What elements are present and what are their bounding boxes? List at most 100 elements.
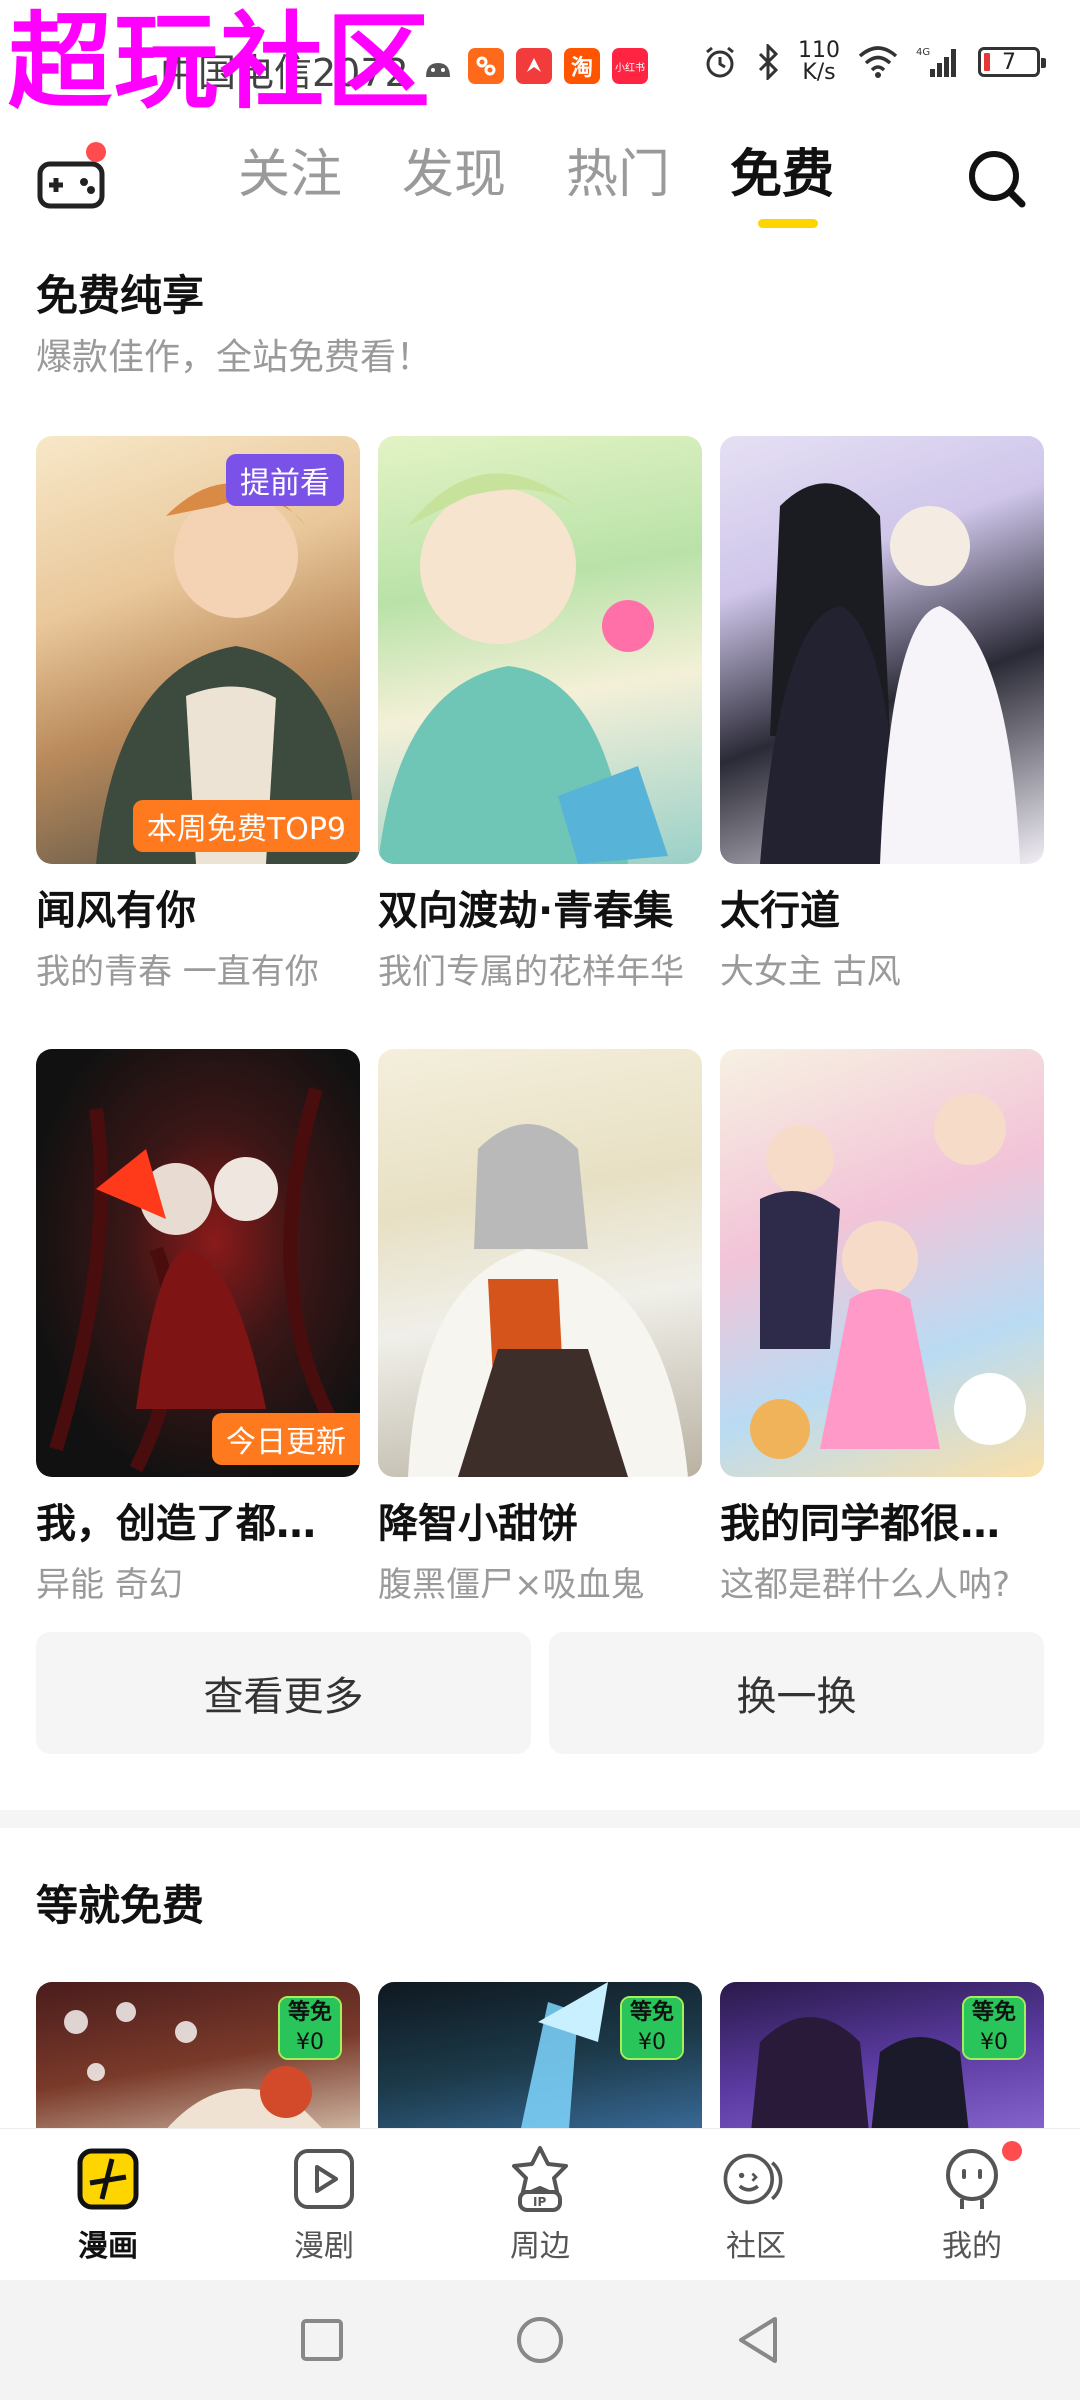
app-orange-icon <box>468 48 504 84</box>
section-subtitle-free: 爆款佳作，全站免费看！ <box>36 337 433 378</box>
app-red-icon <box>516 48 552 84</box>
tab-discover[interactable]: 发现 <box>402 140 506 230</box>
comic-cover <box>378 1049 702 1477</box>
status-app-icons: 淘 小红书 <box>420 48 648 84</box>
active-tab-indicator <box>758 219 819 228</box>
app-screen: 中国电信2072 淘 小红书 110 K/s 4G 7 超玩社区 关注 发现 热… <box>0 0 1080 2400</box>
svg-text:4G: 4G <box>916 47 930 58</box>
comic-card[interactable]: 降智小甜饼 腹黑僵尸×吸血鬼 <box>378 1049 702 1606</box>
watermark: 超玩社区 <box>8 1 433 123</box>
comic-card[interactable]: 我的同学都很… 这都是群什么人呐? <box>720 1049 1044 1606</box>
ip-merch-icon: IP <box>504 2143 576 2215</box>
wait-free-badge: 等免 ¥0 <box>962 1996 1026 2060</box>
wifi-icon <box>858 46 898 78</box>
battery-level: 7 <box>1002 49 1016 75</box>
update-badge: 今日更新 <box>212 1413 360 1465</box>
bluetooth-icon <box>758 44 779 80</box>
advance-read-badge: 提前看 <box>226 454 344 506</box>
search-icon <box>969 151 1026 208</box>
comic-subtitle: 这都是群什么人呐? <box>720 1565 1011 1605</box>
status-bar: 中国电信2072 淘 小红书 110 K/s 4G 7 超玩社区 <box>0 0 1080 130</box>
section-title-free: 免费纯享 <box>36 271 205 320</box>
home-icon[interactable] <box>515 2315 565 2365</box>
nav-merch-label: 周边 <box>510 2229 570 2264</box>
comic-card[interactable]: 太行道 大女主 古风 <box>720 436 1044 993</box>
nav-comic[interactable]: 漫画 <box>0 2129 216 2280</box>
comic-card[interactable]: 双向渡劫·青春集 我们专属的花样年华 <box>378 436 702 993</box>
net-speed-unit: K/s <box>802 60 836 85</box>
comic-cover <box>378 436 702 864</box>
wait-free-badge-price: ¥0 <box>964 2028 1024 2058</box>
comic-subtitle: 腹黑僵尸×吸血鬼 <box>378 1565 645 1605</box>
wait-free-badge-price: ¥0 <box>622 2028 682 2058</box>
profile-icon <box>936 2143 1008 2215</box>
wait-free-badge-label: 等免 <box>964 1998 1024 2028</box>
signal-4g-icon: 4G <box>916 47 956 77</box>
comic-title: 太行道 <box>720 888 840 934</box>
comic-title: 我的同学都很… <box>720 1501 1000 1547</box>
nav-profile[interactable]: 我的 <box>864 2129 1080 2280</box>
comic-subtitle: 我们专属的花样年华 <box>378 952 684 992</box>
cover-illustration <box>408 1124 688 1477</box>
free-comic-grid: 提前看 本周免费TOP9 闻风有你 我的青春 一直有你 双向渡劫·青春集 我们专… <box>36 436 1044 1606</box>
wait-free-badge-label: 等免 <box>622 1998 682 2028</box>
comic-title: 降智小甜饼 <box>378 1501 578 1547</box>
back-icon[interactable] <box>735 2315 781 2365</box>
nav-drama-label: 漫剧 <box>294 2229 354 2264</box>
wait-free-badge: 等免 ¥0 <box>620 1996 684 2060</box>
bottom-nav: 漫画 漫剧 IP 周边 社区 我的 <box>0 2128 1080 2280</box>
cover-illustration <box>760 483 1020 864</box>
system-nav-bar <box>0 2280 1080 2400</box>
nav-drama[interactable]: 漫剧 <box>216 2129 432 2280</box>
tab-follow[interactable]: 关注 <box>238 140 342 230</box>
rank-badge: 本周免费TOP9 <box>132 800 360 852</box>
tab-hot[interactable]: 热门 <box>566 140 670 230</box>
comic-cover: 今日更新 <box>36 1049 360 1477</box>
taobao-icon: 淘 <box>564 48 600 84</box>
wait-free-grid: 等免 ¥0 等免 ¥0 等免 ¥0 <box>36 1982 1044 2142</box>
comic-cover <box>720 436 1044 864</box>
comic-subtitle: 大女主 古风 <box>720 952 901 992</box>
xiaohongshu-icon: 小红书 <box>612 48 648 84</box>
comic-card[interactable]: 提前看 本周免费TOP9 闻风有你 我的青春 一直有你 <box>36 436 360 993</box>
comic-subtitle: 异能 奇幻 <box>36 1565 183 1605</box>
status-right-icons: 110 K/s 4G 7 <box>702 40 1046 84</box>
nav-merch[interactable]: IP 周边 <box>432 2129 648 2280</box>
notification-dot <box>1002 2141 1022 2161</box>
cover-illustration <box>378 473 668 864</box>
cover-illustration <box>750 1093 1026 1459</box>
svg-text:IP: IP <box>533 2195 546 2209</box>
comic-card[interactable]: 等免 ¥0 <box>36 1982 360 2142</box>
net-speed: 110 K/s <box>798 40 840 84</box>
video-play-icon <box>288 2143 360 2215</box>
free-section-actions: 查看更多 换一换 <box>36 1632 1044 1754</box>
recents-icon[interactable] <box>299 2317 345 2363</box>
nav-comic-label: 漫画 <box>78 2229 138 2264</box>
comic-card[interactable]: 今日更新 我，创造了都… 异能 奇幻 <box>36 1049 360 1606</box>
comic-title: 我，创造了都… <box>36 1501 316 1547</box>
comic-card[interactable]: 等免 ¥0 <box>378 1982 702 2142</box>
community-icon <box>720 2143 792 2215</box>
nav-profile-label: 我的 <box>942 2229 1002 2264</box>
section-divider <box>0 1810 1080 1828</box>
comic-title: 双向渡劫·青春集 <box>378 888 674 934</box>
wait-free-badge: 等免 ¥0 <box>278 1996 342 2060</box>
top-tabs: 关注 发现 热门 免费 <box>238 140 834 230</box>
alarm-icon <box>706 46 734 78</box>
comic-card[interactable]: 等免 ¥0 <box>720 1982 1044 2142</box>
comic-subtitle: 我的青春 一直有你 <box>36 952 319 992</box>
search-button[interactable] <box>964 146 1030 212</box>
nav-community-label: 社区 <box>726 2229 786 2264</box>
section-title-wait-free: 等就免费 <box>36 1881 205 1930</box>
comic-icon <box>72 2143 144 2215</box>
comic-title: 闻风有你 <box>36 888 196 934</box>
refresh-button[interactable]: 换一换 <box>549 1632 1044 1754</box>
view-more-button[interactable]: 查看更多 <box>36 1632 531 1754</box>
comic-cover: 提前看 本周免费TOP9 <box>36 436 360 864</box>
nav-community[interactable]: 社区 <box>648 2129 864 2280</box>
tab-free-label: 免费 <box>730 145 835 205</box>
tab-free[interactable]: 免费 <box>730 140 834 230</box>
battery-indicator: 7 <box>978 47 1046 77</box>
top-nav: 关注 发现 热门 免费 <box>0 130 1080 240</box>
comic-cover <box>720 1049 1044 1477</box>
